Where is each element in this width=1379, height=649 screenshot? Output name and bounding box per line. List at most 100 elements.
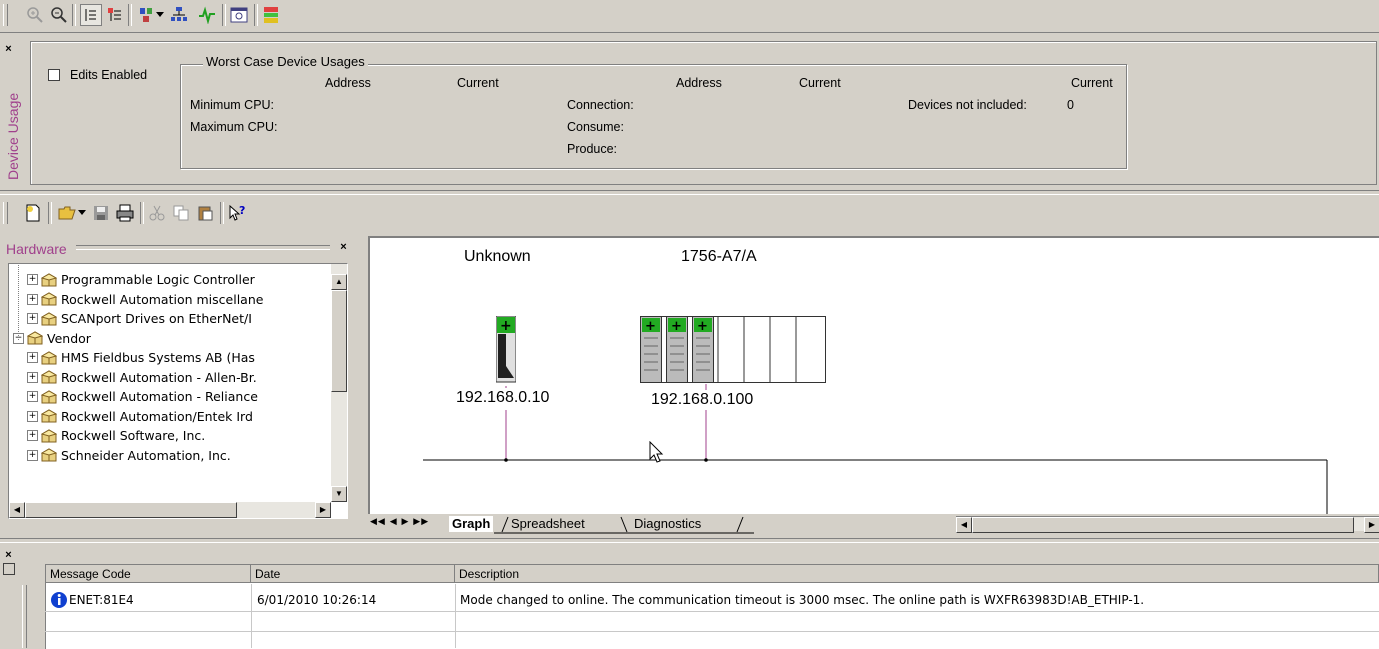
messages-grip <box>22 585 27 648</box>
close-messages-icon[interactable]: × <box>3 550 14 561</box>
expand-icon[interactable]: + <box>27 293 38 305</box>
zoom-out-icon[interactable] <box>48 4 70 26</box>
tree-item[interactable]: + Schneider Automation, Inc. <box>27 446 231 465</box>
produce-label: Produce: <box>567 142 618 156</box>
worst-case-title: Worst Case Device Usages <box>203 54 368 69</box>
address-header-2: Address <box>676 76 722 90</box>
splitter-bottom[interactable] <box>0 538 1379 543</box>
col-description[interactable]: Description <box>455 565 1379 583</box>
devices-not-included-label: Devices not included: <box>908 98 1027 112</box>
tree-item[interactable]: + Rockwell Software, Inc. <box>27 426 205 445</box>
tree-item-label: Rockwell Software, Inc. <box>61 428 206 443</box>
package-icon <box>41 409 57 423</box>
device-usage-panel: Edits Enabled Worst Case Device Usages A… <box>30 41 1377 185</box>
save-icon[interactable] <box>90 202 112 224</box>
mouse-cursor-icon <box>649 440 665 468</box>
tree-vscrollbar[interactable]: ▲ ▼ <box>331 264 347 502</box>
graph-hscrollbar[interactable]: ◀ ▶ <box>956 516 1379 533</box>
graph-scroll-left[interactable]: ◀ <box>956 517 972 533</box>
file-toolbar: ? <box>0 198 345 230</box>
tab-dividers <box>494 516 754 534</box>
new-file-icon[interactable] <box>22 202 44 224</box>
message-code-cell: ENET:81E4 <box>69 593 134 607</box>
graph-hscroll-thumb[interactable] <box>972 517 1354 533</box>
vscroll-thumb[interactable] <box>331 290 347 392</box>
info-icon <box>50 591 68 612</box>
paste-icon[interactable] <box>194 202 216 224</box>
open-dropdown-icon[interactable] <box>76 202 88 224</box>
connection-label: Connection: <box>567 98 634 112</box>
tree-item-label: SCANport Drives on EtherNet/I <box>61 311 252 326</box>
expand-icon[interactable]: + <box>27 274 38 285</box>
tree-item[interactable]: + Rockwell Automation - Allen-Br. <box>27 368 257 387</box>
hscroll-thumb[interactable] <box>25 502 237 518</box>
tab-graph[interactable]: Graph <box>449 516 494 532</box>
col-message-code[interactable]: Message Code <box>46 565 251 583</box>
package-icon <box>41 389 57 403</box>
expand-icon[interactable]: + <box>27 449 38 461</box>
tree-item[interactable]: + HMS Fieldbus Systems AB (Has <box>27 348 255 367</box>
tree-expand-icon[interactable] <box>104 4 126 26</box>
tree-item[interactable]: + Programmable Logic Controller <box>27 270 255 289</box>
package-icon <box>41 272 57 286</box>
expand-icon[interactable]: + <box>27 410 38 422</box>
consume-label: Consume: <box>567 120 624 134</box>
expand-icon[interactable]: + <box>27 352 38 363</box>
open-folder-icon[interactable] <box>56 202 78 224</box>
tree-item[interactable]: + Rockwell Automation/Entek Ird <box>27 407 253 426</box>
scroll-left-arrow[interactable]: ◀ <box>9 502 25 518</box>
expand-icon[interactable]: + <box>27 371 38 383</box>
expand-icon[interactable]: + <box>27 313 38 324</box>
message-row[interactable]: ENET:81E4 6/01/2010 10:26:14 Mode change… <box>46 590 1379 610</box>
toolbar-grip[interactable] <box>3 4 8 26</box>
hardware-tree: + Programmable Logic Controller + Rockwell … <box>8 263 348 519</box>
help-icon[interactable]: ? <box>226 202 248 224</box>
dropdown-arrow-icon[interactable] <box>154 4 166 26</box>
tree-item-label: Programmable Logic Controller <box>61 272 255 287</box>
tree-view-icon[interactable] <box>80 4 102 26</box>
print-icon[interactable] <box>114 202 136 224</box>
graph-scroll-right[interactable]: ▶ <box>1364 517 1379 533</box>
tree-item[interactable]: + SCANport Drives on EtherNet/I <box>27 309 252 328</box>
worst-case-group <box>180 64 1127 169</box>
dock-icon[interactable] <box>3 563 15 575</box>
tree-item[interactable]: − Vendor <box>13 329 91 348</box>
edits-enabled-checkbox[interactable] <box>48 69 60 81</box>
zoom-in-icon[interactable] <box>24 4 46 26</box>
current-header-1: Current <box>457 76 499 90</box>
col-date[interactable]: Date <box>251 565 455 583</box>
scroll-down-arrow[interactable]: ▼ <box>331 486 347 502</box>
compare-icon[interactable] <box>260 4 282 26</box>
expand-icon[interactable]: + <box>27 430 38 441</box>
topology-icon[interactable] <box>168 4 190 26</box>
package-icon <box>41 428 57 442</box>
expand-icon[interactable]: + <box>27 391 38 402</box>
cut-icon[interactable] <box>146 202 168 224</box>
close-hardware-icon[interactable]: × <box>338 242 349 253</box>
svg-text:?: ? <box>239 204 245 217</box>
copy-icon[interactable] <box>170 202 192 224</box>
properties-icon[interactable] <box>228 4 250 26</box>
maximum-cpu-label: Maximum CPU: <box>190 120 278 134</box>
splitter[interactable] <box>0 190 1379 195</box>
tab-nav-arrows-icon[interactable]: ◀◀ ◀ ▶ ▶▶ <box>370 517 429 527</box>
top-toolbar <box>0 0 1379 33</box>
tree-item-label: Rockwell Automation/Entek Ird <box>61 408 253 424</box>
trend-icon[interactable] <box>196 4 218 26</box>
tree-item[interactable]: + Rockwell Automation - Reliance <box>27 387 258 406</box>
package-icon <box>27 331 43 345</box>
package-icon <box>41 370 57 384</box>
package-icon <box>41 311 57 325</box>
message-description-cell: Mode changed to online. The communicatio… <box>460 593 1145 607</box>
devices-not-included-value: 0 <box>1067 98 1074 112</box>
hardware-title: Hardware <box>6 241 67 257</box>
scroll-up-arrow[interactable]: ▲ <box>331 274 347 290</box>
minimum-cpu-label: Minimum CPU: <box>190 98 275 112</box>
tree-item-label: Schneider Automation, Inc. <box>61 447 231 463</box>
network-graph: Unknown 1756-A7/A + 192.168.0.10 + + + 1… <box>368 236 1379 516</box>
tree-item[interactable]: + Rockwell Automation miscellane <box>27 290 263 309</box>
close-device-usage-icon[interactable]: × <box>3 44 14 55</box>
tree-hscrollbar[interactable]: ◀ ▶ <box>9 502 331 518</box>
scroll-right-arrow[interactable]: ▶ <box>315 502 331 518</box>
package-icon <box>41 292 57 306</box>
